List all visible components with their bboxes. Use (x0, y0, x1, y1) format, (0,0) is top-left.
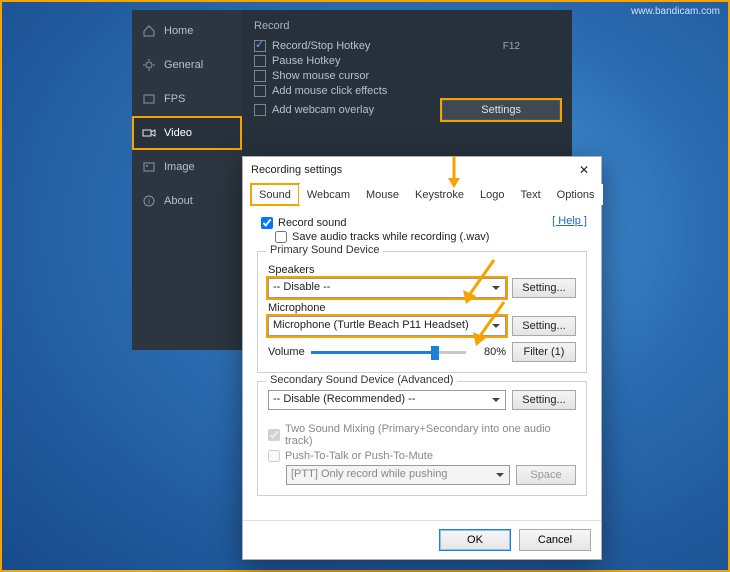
panel-header: Record (254, 20, 560, 32)
pause-hotkey-label: Pause Hotkey (272, 55, 340, 67)
sidebar-item-general[interactable]: General (132, 48, 242, 82)
image-icon (142, 160, 156, 174)
filter-button[interactable]: Filter (1) (512, 342, 576, 362)
volume-row: Volume 80% Filter (1) (268, 342, 576, 362)
speakers-label: Speakers (268, 264, 576, 276)
dialog-body: [ Help ] Record sound Save audio tracks … (243, 205, 601, 520)
sidebar-item-label: Video (164, 127, 192, 139)
info-icon: i (142, 194, 156, 208)
help-link[interactable]: [ Help ] (552, 215, 587, 227)
volume-percent: 80% (472, 346, 506, 358)
tab-sound[interactable]: Sound (251, 184, 299, 205)
save-tracks-row: Save audio tracks while recording (.wav) (275, 231, 587, 243)
add-click-row: Add mouse click effects (254, 85, 560, 97)
secondary-dropdown[interactable]: -- Disable (Recommended) -- (268, 390, 506, 410)
sidebar-item-label: FPS (164, 93, 185, 105)
save-tracks-label: Save audio tracks while recording (.wav) (292, 231, 489, 243)
record-sound-row: Record sound (261, 217, 552, 229)
home-icon (142, 24, 156, 38)
record-hotkey-checkbox[interactable] (254, 40, 266, 52)
settings-button[interactable]: Settings (442, 100, 560, 120)
video-icon (142, 126, 156, 140)
show-mouse-row: Show mouse cursor (254, 70, 560, 82)
pause-hotkey-row: Pause Hotkey (254, 55, 560, 67)
microphone-dropdown[interactable]: Microphone (Turtle Beach P11 Headset) (268, 316, 506, 336)
ptt-checkbox (268, 450, 280, 462)
primary-sound-group: Primary Sound Device Speakers -- Disable… (257, 251, 587, 373)
record-hotkey-value: F12 (503, 41, 520, 52)
record-sound-checkbox[interactable] (261, 217, 273, 229)
add-webcam-label: Add webcam overlay (272, 104, 374, 116)
sidebar-item-image[interactable]: Image (132, 150, 242, 184)
fps-icon (142, 92, 156, 106)
show-mouse-label: Show mouse cursor (272, 70, 369, 82)
record-sound-label: Record sound (278, 217, 347, 229)
dialog-title: Recording settings (251, 164, 342, 176)
record-hotkey-row: Record/Stop Hotkey F12 (254, 40, 560, 52)
sidebar-item-label: Home (164, 25, 193, 37)
dialog-footer: OK Cancel (243, 520, 601, 559)
watermark-text: www.bandicam.com (631, 6, 720, 17)
primary-group-label: Primary Sound Device (266, 244, 383, 256)
tab-keystroke[interactable]: Keystroke (407, 184, 472, 205)
dialog-close-button[interactable]: ✕ (575, 163, 593, 177)
add-webcam-checkbox[interactable] (254, 104, 266, 116)
sidebar-item-about[interactable]: i About (132, 184, 242, 218)
tab-options[interactable]: Options (549, 184, 603, 205)
ptt-mode-dropdown: [PTT] Only record while pushing (286, 465, 510, 485)
ptt-label: Push-To-Talk or Push-To-Mute (285, 450, 433, 462)
microphone-setting-button[interactable]: Setting... (512, 316, 576, 336)
ptt-row: Push-To-Talk or Push-To-Mute (268, 450, 576, 462)
volume-slider[interactable] (311, 351, 466, 354)
pause-hotkey-checkbox[interactable] (254, 55, 266, 67)
microphone-label: Microphone (268, 302, 576, 314)
two-sound-mix-row: Two Sound Mixing (Primary+Secondary into… (268, 423, 576, 447)
dialog-tabs: Sound Webcam Mouse Keystroke Logo Text O… (251, 183, 593, 205)
add-click-label: Add mouse click effects (272, 85, 387, 97)
sidebar-item-video[interactable]: Video (132, 116, 242, 150)
sidebar-item-label: Image (164, 161, 195, 173)
secondary-setting-button[interactable]: Setting... (512, 390, 576, 410)
app-sidebar: Home General FPS Video Image i About (132, 10, 242, 350)
tab-logo[interactable]: Logo (472, 184, 512, 205)
tab-mouse[interactable]: Mouse (358, 184, 407, 205)
speakers-dropdown[interactable]: -- Disable -- (268, 278, 506, 298)
secondary-sound-group: Secondary Sound Device (Advanced) -- Dis… (257, 381, 587, 496)
save-tracks-checkbox[interactable] (275, 231, 287, 243)
tab-text[interactable]: Text (512, 184, 548, 205)
volume-label: Volume (268, 346, 305, 358)
show-mouse-checkbox[interactable] (254, 70, 266, 82)
record-hotkey-label: Record/Stop Hotkey (272, 40, 370, 52)
add-webcam-row: Add webcam overlay Settings (254, 100, 560, 120)
dialog-titlebar: Recording settings ✕ (243, 157, 601, 183)
gear-icon (142, 58, 156, 72)
sidebar-item-fps[interactable]: FPS (132, 82, 242, 116)
svg-text:i: i (148, 197, 150, 206)
sidebar-item-label: About (164, 195, 193, 207)
two-sound-mix-label: Two Sound Mixing (Primary+Secondary into… (285, 423, 576, 447)
secondary-group-label: Secondary Sound Device (Advanced) (266, 374, 457, 386)
ptt-hotkey-field: Space (516, 465, 576, 485)
add-click-checkbox[interactable] (254, 85, 266, 97)
speakers-setting-button[interactable]: Setting... (512, 278, 576, 298)
two-sound-mix-checkbox (268, 429, 280, 441)
ok-button[interactable]: OK (439, 529, 511, 551)
sidebar-item-label: General (164, 59, 203, 71)
sidebar-item-home[interactable]: Home (132, 14, 242, 48)
cancel-button[interactable]: Cancel (519, 529, 591, 551)
recording-settings-dialog: Recording settings ✕ Sound Webcam Mouse … (242, 156, 602, 560)
tab-webcam[interactable]: Webcam (299, 184, 358, 205)
